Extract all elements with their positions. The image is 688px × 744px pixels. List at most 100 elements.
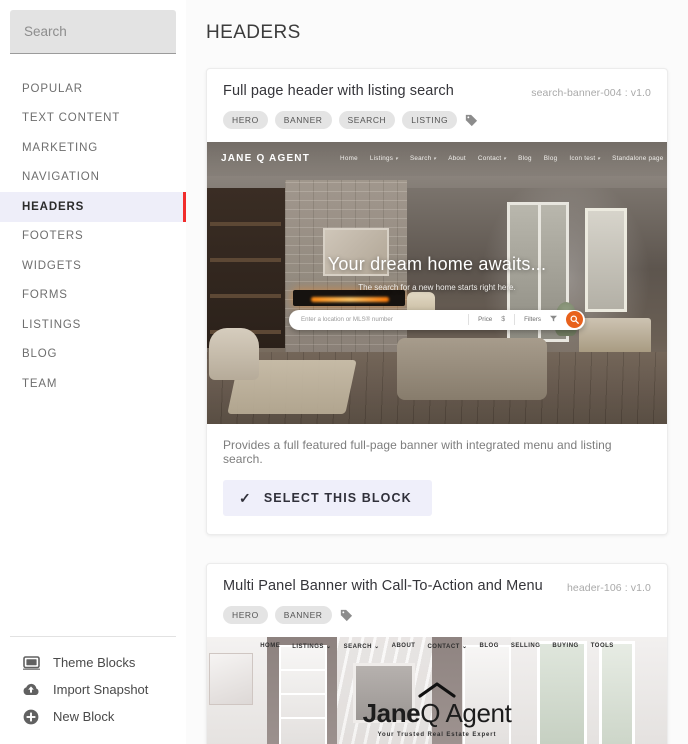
sidebar-footer: Theme Blocks Import Snapshot New Block [10, 636, 176, 744]
sidebar-item-label: FOOTERS [22, 230, 84, 243]
preview-hero: Your dream home awaits... The search for… [207, 254, 667, 292]
decor-dining-table [579, 317, 651, 354]
sidebar-item-label: MARKETING [22, 141, 99, 154]
sidebar-item-forms[interactable]: FORMS [0, 281, 186, 311]
card-header: Multi Panel Banner with Call-To-Action a… [207, 564, 667, 595]
preview-menu-item-home[interactable]: Home [340, 155, 358, 162]
preview-search-button[interactable] [566, 311, 583, 329]
preview-search-bar[interactable]: Enter a location or MLS® number Price $ … [289, 309, 585, 330]
theme-blocks-label: Theme Blocks [53, 655, 136, 670]
sidebar-item-label: WIDGETS [22, 259, 82, 272]
preview-menu-item-contact[interactable]: CONTACT ⌄ [427, 643, 467, 650]
card-tag-list: HERO BANNER SEARCH LISTING [207, 100, 667, 142]
preview-menu-item-blog-2[interactable]: Blog [544, 155, 558, 162]
sidebar-item-widgets[interactable]: WIDGETS [0, 251, 186, 281]
preview-menu-item-search[interactable]: SEARCH ⌄ [344, 643, 380, 650]
block-card[interactable]: Multi Panel Banner with Call-To-Action a… [206, 562, 668, 744]
theme-blocks-button[interactable]: Theme Blocks [10, 649, 176, 676]
block-card[interactable]: Full page header with listing search sea… [206, 68, 668, 535]
new-block-button[interactable]: New Block [10, 703, 176, 730]
chevron-down-icon: ▾ [395, 156, 398, 163]
decor-sofa [397, 337, 547, 400]
sidebar-item-label: LISTINGS [22, 318, 82, 331]
preview-navbar: HOME LISTINGS ⌄ SEARCH ⌄ ABOUT CONTACT ⌄… [207, 643, 667, 650]
preview-search-input[interactable]: Enter a location or MLS® number [301, 316, 459, 323]
preview-menu-item-search[interactable]: Search ▾ [410, 155, 436, 162]
preview-brand-bold: Jane [362, 697, 421, 728]
preview-menu-item-listings[interactable]: Listings ▾ [370, 155, 398, 162]
tag-chip[interactable]: BANNER [274, 606, 332, 624]
preview-menu-item-icon-test[interactable]: Icon test ▾ [569, 155, 600, 162]
preview-navbar: JANE Q AGENT Home Listings ▾ Search ▾ Abou… [207, 141, 667, 176]
preview-menu-item-standalone-page[interactable]: Standalone page [612, 155, 663, 162]
import-snapshot-button[interactable]: Import Snapshot [10, 676, 176, 703]
sidebar-item-label: TEXT CONTENT [22, 112, 121, 125]
page-title: HEADERS [206, 22, 301, 43]
card-description: Provides a full featured full-page banne… [223, 437, 612, 466]
block-preview-image[interactable]: JANE Q AGENT Home Listings ▾ Search ▾ Abou… [207, 141, 667, 424]
preview-menu-item-about[interactable]: ABOUT [392, 643, 416, 649]
roof-logo-icon [418, 682, 456, 698]
sidebar-search-wrap [0, 0, 186, 54]
preview-menu-item-contact[interactable]: Contact ▾ [478, 155, 506, 162]
preview-menu-item-buying[interactable]: BUYING [552, 643, 578, 649]
sidebar-item-team[interactable]: TEAM [0, 369, 186, 399]
preview-filters-button[interactable]: Filters [524, 315, 557, 324]
chevron-down-icon: ▾ [503, 156, 507, 163]
card-body: Provides a full featured full-page banne… [207, 424, 667, 534]
preview-menu-item-listings[interactable]: LISTINGS ⌄ [292, 643, 331, 650]
preview-brand-light: Q Agent [420, 697, 512, 728]
tag-chip[interactable]: LISTING [402, 111, 458, 129]
sidebar-item-blog[interactable]: BLOG [0, 340, 186, 370]
preview-menu: Home Listings ▾ Search ▾ About Contact ▾ Bl… [340, 155, 664, 162]
preview-menu-item-home[interactable]: HOME [260, 643, 280, 649]
chevron-down-icon: ▾ [597, 156, 601, 163]
divider [468, 314, 470, 326]
preview-price-filter[interactable]: Price $ [478, 316, 505, 323]
sidebar-item-text-content[interactable]: TEXT CONTENT [0, 104, 186, 134]
block-card-list: Full page header with listing search sea… [186, 44, 688, 744]
card-tag-list: HERO BANNER [207, 595, 667, 637]
dollar-icon: $ [501, 316, 506, 324]
tag-icon[interactable] [340, 609, 353, 622]
theme-blocks-icon [22, 654, 40, 672]
sidebar-nav: POPULAR TEXT CONTENT MARKETING NAVIGATIO… [0, 74, 186, 636]
app-root: POPULAR TEXT CONTENT MARKETING NAVIGATIO… [0, 0, 688, 744]
select-button-label: SELECT THIS BLOCK [263, 490, 412, 505]
sidebar-item-label: TEAM [22, 377, 58, 390]
select-this-block-button[interactable]: ✓ SELECT THIS BLOCK [223, 479, 432, 516]
sidebar-item-footers[interactable]: FOOTERS [0, 222, 186, 252]
sidebar-item-marketing[interactable]: MARKETING [0, 133, 186, 163]
card-version-meta: header-106 : v1.0 [566, 581, 651, 594]
main-content: HEADERS Full page header with listing se… [186, 0, 688, 744]
preview-filters-label: Filters [524, 316, 541, 324]
sidebar-item-listings[interactable]: LISTINGS [0, 310, 186, 340]
preview-menu-item-blog[interactable]: BLOG [480, 643, 499, 649]
sidebar: POPULAR TEXT CONTENT MARKETING NAVIGATIO… [0, 0, 186, 744]
divider [514, 314, 516, 326]
card-title: Multi Panel Banner with Call-To-Action a… [223, 577, 543, 594]
preview-menu-item-blog[interactable]: Blog [518, 155, 532, 162]
sidebar-item-headers[interactable]: HEADERS [0, 192, 186, 222]
tag-chip[interactable]: BANNER [274, 111, 332, 129]
cloud-upload-icon [22, 681, 40, 699]
tag-chip[interactable]: SEARCH [338, 111, 396, 129]
search-input[interactable] [10, 10, 176, 54]
new-block-label: New Block [53, 709, 115, 724]
tag-icon[interactable] [465, 114, 478, 127]
preview-brand-name: JaneQ Agent [207, 700, 667, 726]
sidebar-item-popular[interactable]: POPULAR [0, 74, 186, 104]
preview-menu-item-selling[interactable]: SELLING [511, 643, 541, 649]
tag-chip[interactable]: HERO [223, 606, 268, 624]
sidebar-item-label: POPULAR [22, 82, 83, 95]
sidebar-item-navigation[interactable]: NAVIGATION [0, 163, 186, 193]
block-preview-image[interactable]: HOME LISTINGS ⌄ SEARCH ⌄ ABOUT CONTACT ⌄… [207, 636, 667, 744]
preview-menu-item-tools[interactable]: TOOLS [591, 643, 614, 649]
preview-menu-item-about[interactable]: About [448, 155, 466, 162]
sidebar-item-label: FORMS [22, 289, 68, 302]
decor-fireplace [293, 289, 405, 306]
preview-logo: JANE Q AGENT [221, 153, 311, 165]
sidebar-item-label: NAVIGATION [22, 171, 100, 184]
decor-armchair [209, 327, 259, 380]
tag-chip[interactable]: HERO [223, 111, 268, 129]
